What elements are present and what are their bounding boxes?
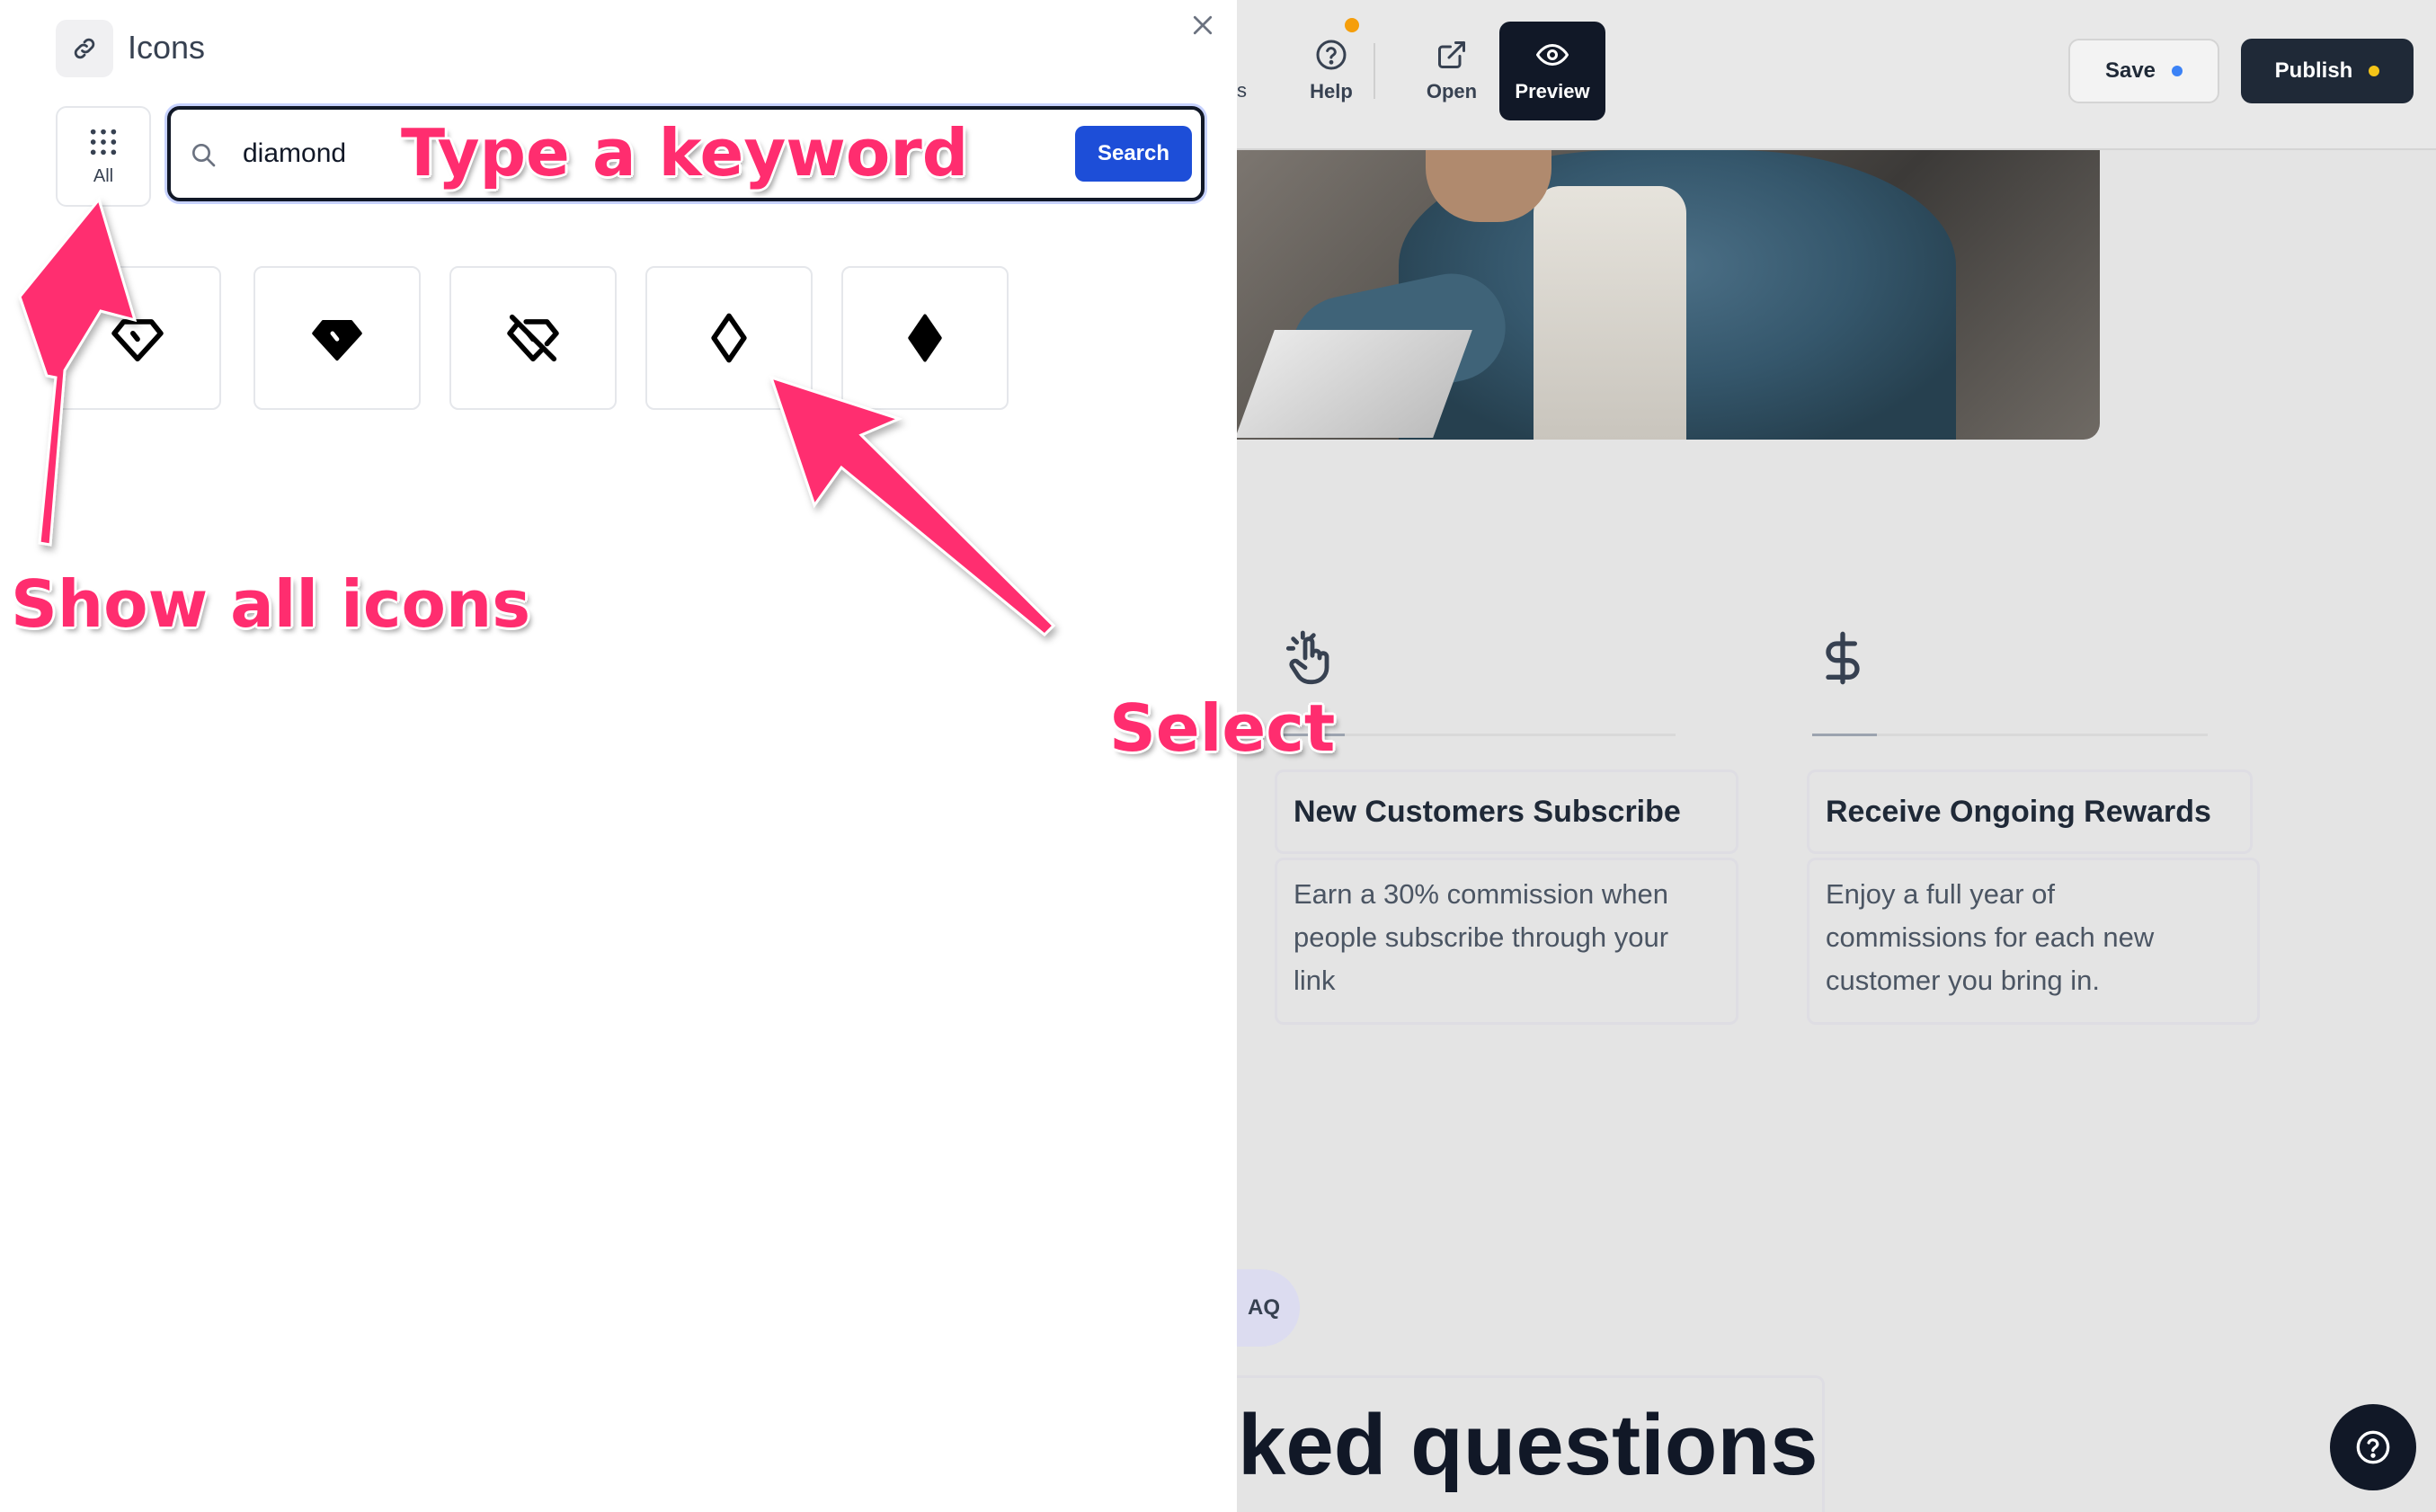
faq-heading[interactable]: ked questions <box>1237 1375 1825 1512</box>
feature-description-line: customer you bring in. <box>1826 965 2100 996</box>
icon-picker-panel: Icons All Search <box>0 0 1237 1512</box>
preview-label: Preview <box>1515 80 1590 102</box>
close-button[interactable] <box>1185 7 1221 43</box>
dollar-sign-icon <box>1826 631 1860 685</box>
feature-description-line: Earn a 30% commission when <box>1294 878 1668 910</box>
page-builder-canvas: s Help Open Preview Save Publish New Cus… <box>1237 0 2436 1512</box>
feature-description-line: commissions for each new <box>1826 921 2155 953</box>
save-button[interactable]: Save <box>2068 39 2219 103</box>
feature-description[interactable]: Enjoy a full year of commissions for eac… <box>1807 858 2260 1025</box>
panel-title: Icons <box>128 29 206 66</box>
search-button[interactable]: Search <box>1075 126 1192 182</box>
save-status-dot <box>2172 66 2183 76</box>
diamond-outline-icon <box>111 319 164 362</box>
feature-divider <box>1812 734 2208 736</box>
hero-image[interactable] <box>1237 150 2100 440</box>
feature-title[interactable]: Receive Ongoing Rewards <box>1807 769 2253 854</box>
grid-dots-icon <box>90 129 117 155</box>
hand-pointer-icon <box>1285 630 1329 685</box>
annotation-select: Select <box>1109 690 1336 766</box>
annotation-type-keyword: Type a keyword <box>401 115 969 191</box>
icon-result-diamond-off[interactable] <box>449 266 617 410</box>
feature-description[interactable]: Earn a 30% commission when people subscr… <box>1275 858 1738 1025</box>
save-label: Save <box>2104 58 2156 83</box>
icon-result-diamond-filled[interactable] <box>253 266 421 410</box>
help-button[interactable]: Help <box>1282 22 1381 120</box>
link-icon <box>56 20 113 77</box>
toolbar-clipped-label: s <box>1237 79 1247 102</box>
eye-icon <box>1536 44 1569 66</box>
feature-description-line: link <box>1294 965 1336 996</box>
notification-dot <box>1345 18 1359 32</box>
feature-divider <box>1280 734 1676 736</box>
builder-toolbar: s Help Open Preview Save Publish <box>1237 0 2436 150</box>
faq-badge[interactable]: AQ <box>1237 1269 1300 1347</box>
show-all-icons-button[interactable]: All <box>56 106 151 207</box>
close-icon <box>1193 15 1213 35</box>
publish-status-dot <box>2369 66 2380 76</box>
rhombus-filled-icon <box>908 314 942 362</box>
feature-description-line: people subscribe through your <box>1294 921 1669 953</box>
all-label: All <box>93 165 114 186</box>
publish-label: Publish <box>2274 58 2353 83</box>
preview-button[interactable]: Preview <box>1499 22 1605 120</box>
diamond-filled-icon <box>312 319 362 361</box>
help-label: Help <box>1310 80 1353 102</box>
help-chat-button[interactable] <box>2330 1404 2416 1490</box>
search-icon <box>192 144 216 167</box>
toolbar-divider <box>1374 43 1375 99</box>
annotation-show-all-icons: Show all icons <box>11 566 531 642</box>
open-button[interactable]: Open <box>1402 22 1501 120</box>
question-circle-icon <box>1316 40 1347 70</box>
feature-description-line: Enjoy a full year of <box>1826 878 2056 910</box>
icon-result-rhombus[interactable] <box>645 266 813 410</box>
feature-title[interactable]: New Customers Subscribe <box>1275 769 1738 854</box>
icon-result-diamond[interactable] <box>54 266 221 410</box>
external-link-icon <box>1438 41 1465 68</box>
rhombus-outline-icon <box>711 313 747 363</box>
icon-result-rhombus-filled[interactable] <box>841 266 1009 410</box>
diamond-off-icon <box>507 314 559 362</box>
publish-button[interactable]: Publish <box>2241 39 2414 103</box>
question-circle-icon <box>2356 1430 2390 1464</box>
open-label: Open <box>1426 80 1478 102</box>
